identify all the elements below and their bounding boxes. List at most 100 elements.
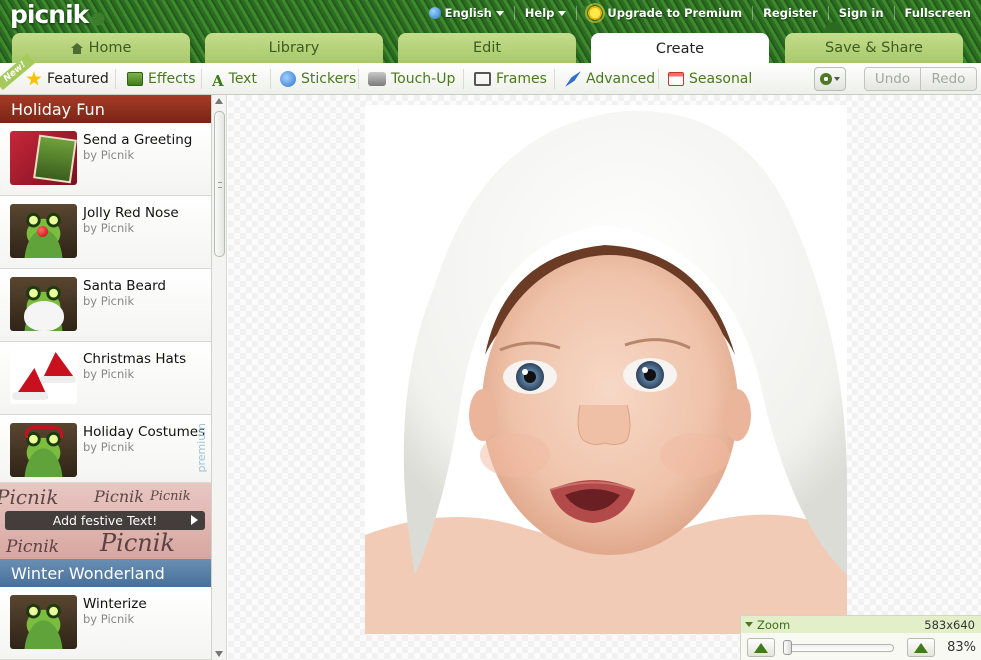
settings-button[interactable] — [814, 67, 846, 91]
stickers-icon — [280, 71, 296, 87]
frames-icon — [474, 72, 491, 86]
greeting-card-thumbnail — [10, 131, 77, 185]
play-arrow-icon — [191, 515, 198, 525]
chevron-down-icon — [558, 10, 567, 16]
redo-button[interactable]: Redo — [921, 68, 976, 90]
tool-seasonal-label: Seasonal — [689, 71, 753, 87]
item-title: Holiday Costumes — [83, 424, 206, 440]
sidebar-scrollbar[interactable] — [212, 95, 227, 660]
scroll-down-icon[interactable] — [215, 651, 223, 657]
christmas-hats-thumbnail — [10, 350, 77, 404]
item-title: Winterize — [83, 596, 147, 612]
tab-edit[interactable]: Edit — [398, 33, 576, 63]
tab-home-label: Home — [88, 40, 132, 56]
antlers-icon — [25, 426, 63, 438]
tool-frames-label: Frames — [496, 71, 547, 87]
zoom-percent: 83% — [947, 640, 976, 655]
zoom-toggle[interactable]: Zoom — [745, 618, 790, 632]
frog-winter-thumbnail — [10, 595, 77, 649]
help-menu[interactable]: Help — [513, 6, 577, 20]
divider — [201, 69, 202, 89]
item-author: by Picnik — [83, 294, 135, 308]
list-item-winterize[interactable]: Winterize by Picnik — [0, 587, 211, 660]
fullscreen-link[interactable]: Fullscreen — [893, 6, 981, 20]
list-item-send-greeting[interactable]: Send a Greeting by Picnik — [0, 123, 211, 196]
list-item-santa-beard[interactable]: Santa Beard by Picnik — [0, 269, 211, 342]
tab-create[interactable]: Create — [591, 33, 769, 64]
signin-link[interactable]: Sign in — [827, 6, 894, 20]
collapse-triangle-icon — [745, 622, 753, 627]
tool-stickers[interactable]: Stickers — [280, 63, 356, 95]
featured-sidebar: Holiday Fun Send a Greeting by Picnik Jo… — [0, 95, 212, 660]
promo-word: Picnik — [0, 485, 59, 509]
tool-advanced[interactable]: Advanced — [565, 63, 655, 95]
section-header-holiday-fun: Holiday Fun — [0, 95, 211, 123]
photo-canvas[interactable] — [228, 95, 981, 660]
divider — [115, 69, 116, 89]
tab-library[interactable]: Library — [205, 33, 383, 63]
list-item-holiday-costumes[interactable]: Holiday Costumes by Picnik premium — [0, 415, 211, 483]
list-item-christmas-hats[interactable]: Christmas Hats by Picnik — [0, 342, 211, 415]
upgrade-label: Upgrade to Premium — [607, 6, 743, 20]
tool-effects[interactable]: Effects — [127, 63, 196, 95]
zoom-in-button[interactable] — [907, 638, 935, 657]
picnik-logo[interactable]: picnik — [10, 0, 89, 29]
festive-text-promo[interactable]: Picnik Picnik Picnik Picnik Picnik Add f… — [0, 483, 211, 559]
tab-save-share[interactable]: Save & Share — [785, 33, 963, 63]
section-header-winter-wonderland: Winter Wonderland — [0, 559, 211, 587]
touch-up-icon — [368, 72, 386, 86]
divider — [554, 69, 555, 89]
promo-label: Add festive Text! — [52, 513, 158, 528]
tool-stickers-label: Stickers — [301, 71, 357, 87]
item-author: by Picnik — [83, 221, 135, 235]
divider — [270, 69, 271, 89]
globe-icon — [428, 7, 441, 19]
tool-seasonal[interactable]: Seasonal — [668, 63, 752, 95]
tool-featured[interactable]: Featured — [26, 63, 109, 95]
upgrade-link[interactable]: Upgrade to Premium — [576, 5, 752, 21]
tab-library-label: Library — [268, 40, 320, 56]
language-selector[interactable]: English — [419, 6, 514, 20]
scroll-up-icon[interactable] — [215, 98, 223, 104]
undo-redo-group: Undo Redo — [864, 67, 977, 91]
beard-icon — [24, 301, 64, 331]
item-title: Santa Beard — [83, 278, 166, 294]
gear-icon — [820, 73, 832, 85]
tool-featured-label: Featured — [47, 71, 109, 87]
zoom-panel: Zoom 583x640 83% — [740, 615, 981, 660]
divider — [463, 69, 464, 89]
tool-frames[interactable]: Frames — [474, 63, 547, 95]
text-icon: A — [212, 72, 224, 90]
zoom-label: Zoom — [757, 617, 791, 632]
zoom-out-button[interactable] — [747, 638, 775, 657]
tool-touch-up-label: Touch-Up — [391, 71, 456, 87]
add-festive-text-button[interactable]: Add festive Text! — [5, 511, 205, 530]
effects-icon — [127, 72, 143, 86]
calendar-icon — [668, 72, 684, 86]
baby-photo[interactable] — [365, 105, 847, 634]
scrollbar-thumb[interactable] — [214, 111, 225, 257]
promo-word: Picnik — [150, 489, 191, 504]
promo-word: Picnik — [100, 529, 175, 557]
tab-home[interactable]: Home — [12, 33, 190, 63]
tool-text[interactable]: A Text — [212, 63, 257, 95]
frog-red-nose-thumbnail — [10, 204, 77, 258]
language-label: English — [444, 6, 492, 20]
frog-antlers-thumbnail — [10, 423, 77, 477]
rocket-icon — [565, 71, 581, 87]
tab-create-label: Create — [655, 40, 705, 57]
hat-brim — [12, 392, 48, 400]
list-item-jolly-red-nose[interactable]: Jolly Red Nose by Picnik — [0, 196, 211, 269]
zoom-slider-handle[interactable] — [783, 640, 792, 655]
image-dimensions: 583x640 — [924, 617, 975, 632]
tab-save-share-label: Save & Share — [825, 40, 923, 56]
sun-icon — [587, 5, 604, 21]
item-author: by Picnik — [83, 148, 135, 162]
item-author: by Picnik — [83, 440, 135, 454]
promo-word: Picnik — [94, 487, 144, 506]
zoom-header[interactable]: Zoom 583x640 — [741, 616, 981, 633]
register-link[interactable]: Register — [752, 6, 828, 20]
tool-touch-up[interactable]: Touch-Up — [368, 63, 455, 95]
undo-button[interactable]: Undo — [865, 68, 921, 90]
zoom-slider[interactable] — [787, 644, 894, 652]
